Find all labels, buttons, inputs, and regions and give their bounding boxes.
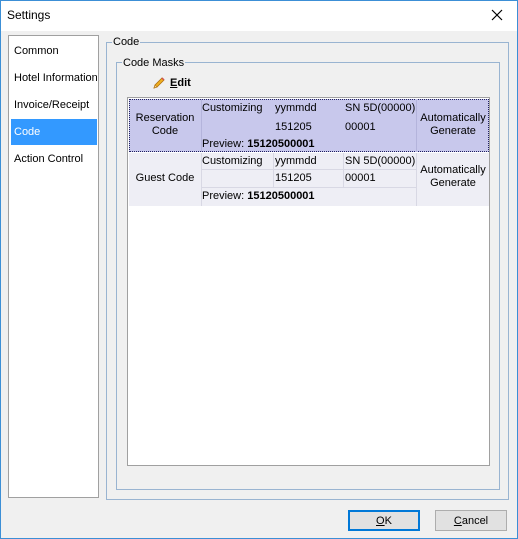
settings-window: Settings Common Hotel Information Invoic… bbox=[0, 0, 518, 539]
title-bar: Settings bbox=[1, 1, 517, 31]
preview-cell: Preview: 15120500001 bbox=[202, 138, 315, 150]
date-value-cell: 151205 bbox=[275, 172, 312, 184]
generate-cell: Automatically Generate bbox=[420, 112, 486, 137]
close-button[interactable] bbox=[487, 5, 507, 25]
preview-cell: Preview: 15120500001 bbox=[202, 190, 315, 202]
sn-format-cell: SN 5D(00000) bbox=[345, 102, 416, 114]
edit-button[interactable]: Edit bbox=[151, 74, 191, 92]
code-groupbox-title: Code bbox=[112, 36, 141, 48]
date-value-cell: 151205 bbox=[275, 121, 312, 133]
table-row[interactable]: Reservation Code Customizing yymmdd SN 5… bbox=[129, 99, 489, 152]
customizing-cell: Customizing bbox=[202, 102, 263, 114]
settings-nav-list: Common Hotel Information Invoice/Receipt… bbox=[8, 35, 99, 498]
code-masks-title: Code Masks bbox=[122, 57, 186, 69]
sn-value-cell: 00001 bbox=[345, 172, 376, 184]
date-format-cell: yymmdd bbox=[275, 155, 317, 167]
nav-item-hotel-information[interactable]: Hotel Information bbox=[11, 65, 97, 91]
ok-button[interactable]: OK bbox=[348, 510, 420, 531]
nav-item-action-control[interactable]: Action Control bbox=[11, 146, 97, 172]
date-format-cell: yymmdd bbox=[275, 102, 317, 114]
pencil-icon bbox=[153, 77, 165, 89]
sn-value-cell: 00001 bbox=[345, 121, 376, 133]
cancel-button[interactable]: Cancel bbox=[435, 510, 507, 531]
sn-format-cell: SN 5D(00000) bbox=[345, 155, 416, 167]
window-title: Settings bbox=[7, 8, 51, 22]
close-icon bbox=[491, 9, 503, 21]
customizing-cell: Customizing bbox=[202, 155, 263, 167]
nav-item-code[interactable]: Code bbox=[11, 119, 97, 145]
edit-label: Edit bbox=[170, 77, 191, 89]
code-name-cell: Guest Code bbox=[135, 172, 195, 184]
nav-item-common[interactable]: Common bbox=[11, 38, 97, 64]
code-mask-grid[interactable]: Reservation Code Customizing yymmdd SN 5… bbox=[127, 97, 490, 466]
table-row[interactable]: Guest Code Customizing yymmdd SN 5D(0000… bbox=[129, 153, 489, 206]
code-name-cell: Reservation Code bbox=[135, 112, 195, 137]
nav-item-invoice-receipt[interactable]: Invoice/Receipt bbox=[11, 92, 97, 118]
generate-cell: Automatically Generate bbox=[420, 164, 486, 189]
